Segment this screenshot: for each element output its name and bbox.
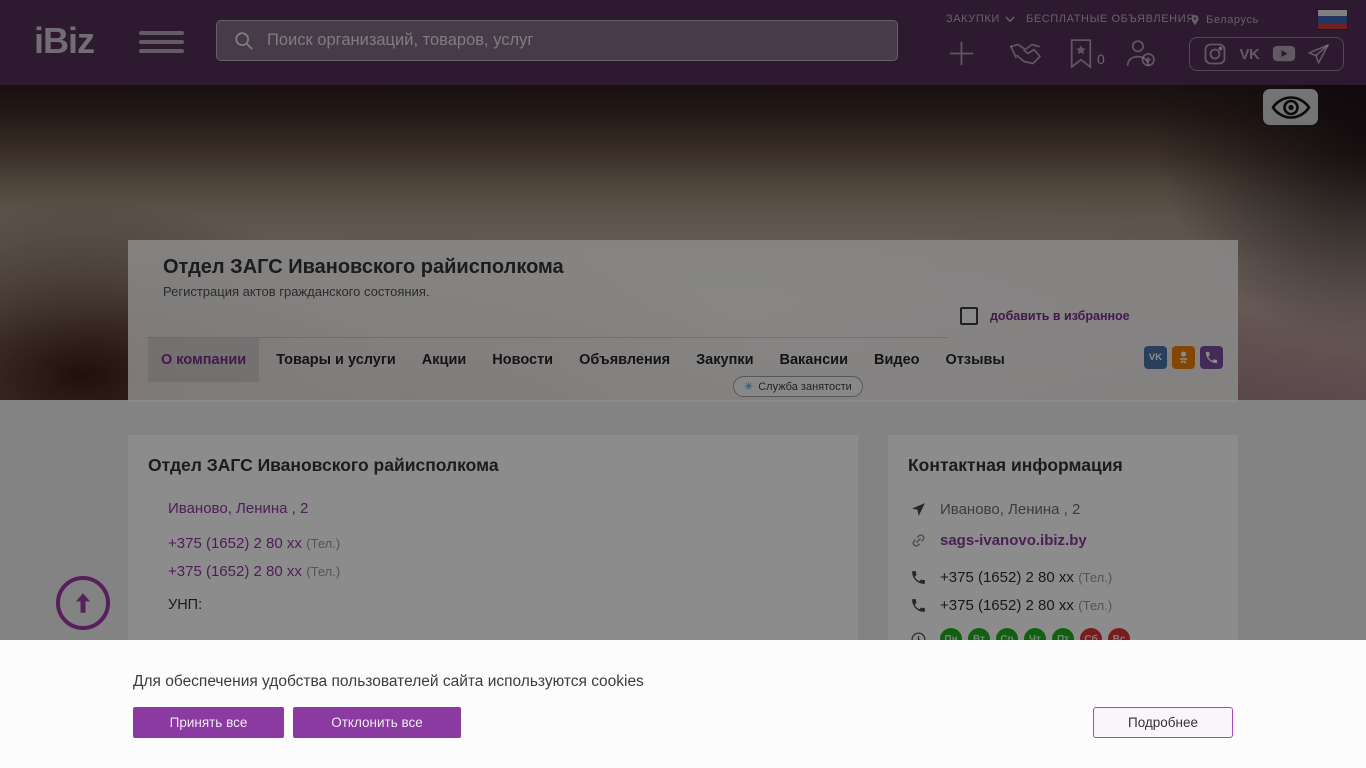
page: iBiz ЗАКУПКИ БЕСПЛАТНЫЕ ОБЪЯВЛЕНИЯ Белар… [0, 0, 1366, 768]
cookie-message: Для обеспечения удобства пользователей с… [133, 673, 644, 691]
cookie-accept-button[interactable]: Принять все [133, 707, 284, 738]
cookie-banner: Для обеспечения удобства пользователей с… [0, 640, 1366, 768]
cookie-decline-button[interactable]: Отклонить все [293, 707, 461, 738]
cookie-more-button[interactable]: Подробнее [1093, 707, 1233, 738]
